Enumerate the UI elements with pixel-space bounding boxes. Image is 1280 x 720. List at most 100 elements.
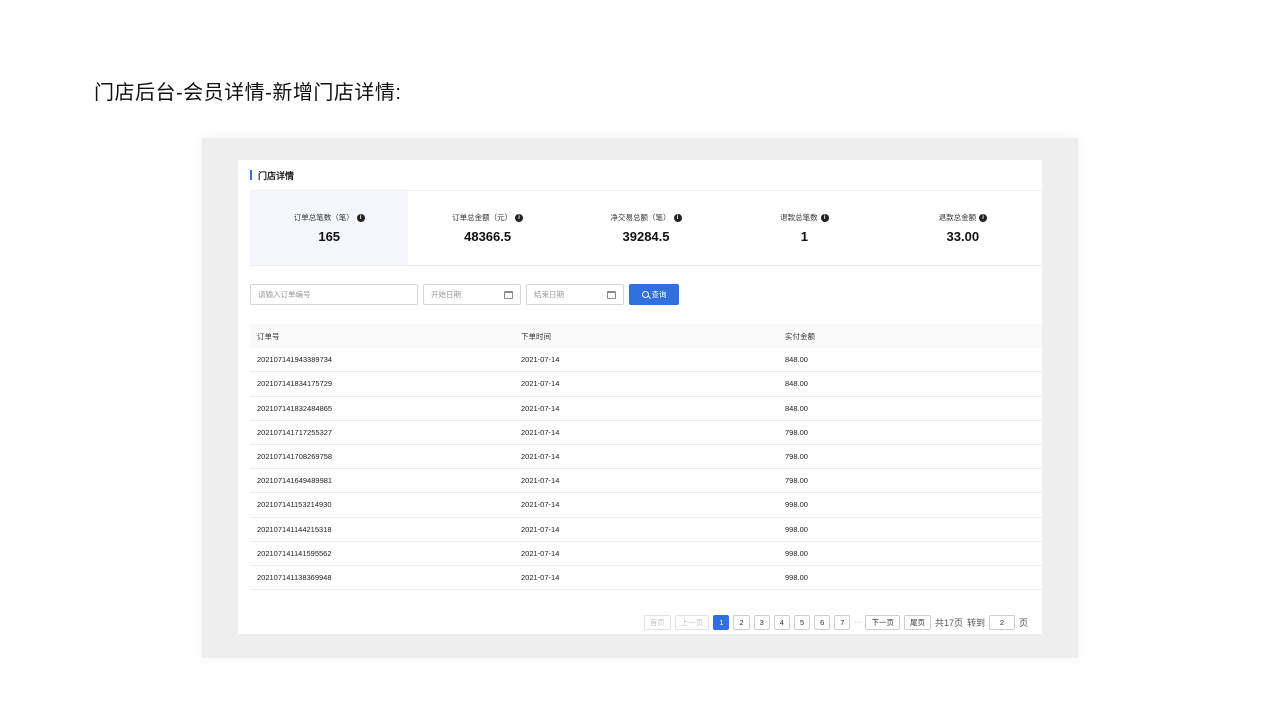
query-button[interactable]: 查询: [629, 284, 679, 305]
cell-order-time: 2021-07-14: [521, 548, 560, 558]
page-button-6[interactable]: 6: [814, 614, 831, 630]
title-accent-bar: [250, 170, 252, 180]
stat-label: 退款总金额 i: [939, 212, 988, 223]
end-date-picker[interactable]: 结束日期: [526, 284, 624, 305]
pagination-ellipsis: ···: [854, 618, 862, 626]
calendar-icon: [607, 290, 616, 299]
stat-label: 退款总笔数 i: [780, 212, 829, 223]
pagination: 首页 上一页 1 2 3 4 5 6 7 ··· 下一页 尾页 共17页 转到 …: [643, 614, 1028, 630]
cell-paid-amount: 848.00: [785, 355, 808, 365]
table-row: 202107141943389734 2021-07-14 848.00: [250, 348, 1042, 373]
cell-order-no: 202107141144215318: [257, 524, 332, 534]
cell-paid-amount: 998.00: [785, 548, 808, 558]
cell-order-no: 202107141649489981: [257, 476, 333, 486]
table-row: 202107141649489981 2021-07-14 798.00: [250, 469, 1042, 494]
table-row: 202107141138369948 2021-07-14 998.00: [250, 566, 1042, 591]
panel-header: 门店详情: [250, 166, 294, 184]
table-row: 202107141717255327 2021-07-14 798.00: [250, 421, 1042, 445]
first-page-button[interactable]: 首页: [643, 614, 671, 630]
stat-order-amount: 订单总金额（元） i 48366.5: [408, 191, 566, 265]
cell-order-no: 202107141138369948: [257, 572, 332, 582]
cell-order-no: 202107141943389734: [257, 355, 333, 365]
column-header-order-no: 订单号: [257, 331, 280, 341]
screenshot-frame: 门店详情 订单总笔数（笔） i 165 订单总金额（元） i 48366.5 净…: [202, 138, 1078, 658]
stat-label: 净交易总额（笔） i: [611, 212, 682, 223]
stat-refund-count: 退款总笔数 i 1: [725, 191, 883, 265]
store-detail-panel: 门店详情 订单总笔数（笔） i 165 订单总金额（元） i 48366.5 净…: [238, 160, 1042, 634]
stat-label-text: 净交易总额（笔）: [610, 213, 671, 222]
stat-value: 1: [800, 229, 809, 244]
cell-paid-amount: 798.00: [785, 476, 808, 486]
cell-order-no: 202107141141595562: [257, 548, 332, 558]
query-button-label: 查询: [651, 290, 667, 299]
info-circle-icon[interactable]: i: [356, 213, 365, 222]
page-button-7[interactable]: 7: [834, 614, 851, 630]
total-pages-text: 共17页: [934, 617, 963, 628]
stat-value: 165: [318, 229, 341, 244]
table-row: 202107141141595562 2021-07-14 998.00: [250, 542, 1042, 566]
stat-value: 33.00: [946, 229, 980, 244]
cell-order-no: 202107141717255327: [257, 427, 333, 437]
stat-label-text: 退款总笔数: [780, 213, 818, 222]
page-button-3[interactable]: 3: [753, 614, 770, 630]
stat-order-count: 订单总笔数（笔） i 165: [250, 191, 409, 265]
panel-title: 门店详情: [258, 170, 295, 181]
page-title: 门店后台-会员详情-新增门店详情:: [94, 82, 402, 104]
orders-table: 订单号 下单时间 实付金额 202107141943389734 2021-07…: [250, 324, 1042, 591]
stat-label-text: 订单总笔数（笔）: [293, 213, 354, 222]
end-date-placeholder: 结束日期: [534, 290, 564, 299]
stats-bar: 订单总笔数（笔） i 165 订单总金额（元） i 48366.5 净交易总额（…: [250, 190, 1042, 266]
info-circle-icon[interactable]: i: [673, 213, 682, 222]
cell-paid-amount: 848.00: [785, 403, 808, 413]
prev-page-button[interactable]: 上一页: [674, 614, 710, 630]
cell-order-time: 2021-07-14: [521, 476, 560, 486]
stat-label: 订单总金额（元） i: [452, 212, 524, 223]
cell-order-time: 2021-07-14: [521, 427, 560, 437]
cell-paid-amount: 798.00: [785, 452, 808, 462]
cell-order-time: 2021-07-14: [521, 572, 560, 582]
table-row: 202107141708269758 2021-07-14 798.00: [250, 445, 1042, 470]
page-button-4[interactable]: 4: [773, 614, 790, 630]
table-row: 202107141144215318 2021-07-14 998.00: [250, 518, 1042, 542]
cell-paid-amount: 998.00: [785, 524, 808, 534]
cell-order-time: 2021-07-14: [521, 403, 560, 413]
start-date-picker[interactable]: 开始日期: [423, 284, 521, 305]
cell-order-time: 2021-07-14: [521, 524, 560, 534]
table-row: 202107141832484865 2021-07-14 848.00: [250, 397, 1042, 421]
page-button-1[interactable]: 1: [713, 614, 730, 630]
stat-value: 48366.5: [464, 229, 512, 244]
stat-label: 订单总笔数（笔） i: [294, 212, 365, 223]
cell-order-no: 202107141708269758: [257, 452, 333, 462]
cell-paid-amount: 848.00: [785, 379, 808, 389]
stat-label-text: 退款总金额: [938, 213, 977, 222]
goto-label: 转到: [966, 617, 985, 628]
last-page-button[interactable]: 尾页: [903, 614, 931, 630]
cell-order-time: 2021-07-14: [521, 355, 560, 365]
filter-bar: 请输入订单编号 开始日期 结束日期 查询: [250, 284, 679, 306]
table-row: 202107141834175729 2021-07-14 848.00: [250, 372, 1042, 397]
cell-order-time: 2021-07-14: [521, 452, 560, 462]
stat-refund-amount: 退款总金额 i 33.00: [884, 191, 1042, 265]
stat-value: 39284.5: [622, 229, 670, 244]
info-circle-icon[interactable]: i: [515, 213, 524, 222]
goto-page-input[interactable]: 2: [988, 614, 1015, 630]
page-button-5[interactable]: 5: [793, 614, 811, 630]
cell-paid-amount: 798.00: [785, 427, 808, 437]
stat-net-amount: 净交易总额（笔） i 39284.5: [567, 191, 725, 265]
table-row: 202107141153214930 2021-07-14 998.00: [250, 493, 1042, 518]
column-header-order-time: 下单时间: [521, 331, 551, 341]
cell-order-no: 202107141832484865: [257, 403, 333, 413]
cell-order-time: 2021-07-14: [521, 379, 560, 389]
page-unit-label: 页: [1018, 617, 1028, 628]
page-button-2[interactable]: 2: [733, 614, 750, 630]
cell-paid-amount: 998.00: [785, 500, 808, 510]
order-number-input[interactable]: 请输入订单编号: [250, 284, 418, 305]
next-page-button[interactable]: 下一页: [865, 614, 900, 630]
info-circle-icon[interactable]: i: [820, 213, 829, 222]
search-icon: [641, 291, 649, 298]
cell-paid-amount: 998.00: [785, 572, 808, 582]
cell-order-time: 2021-07-14: [521, 500, 560, 510]
calendar-icon: [504, 290, 513, 299]
info-circle-icon[interactable]: i: [979, 213, 988, 222]
table-header: 订单号 下单时间 实付金额: [250, 324, 1042, 349]
